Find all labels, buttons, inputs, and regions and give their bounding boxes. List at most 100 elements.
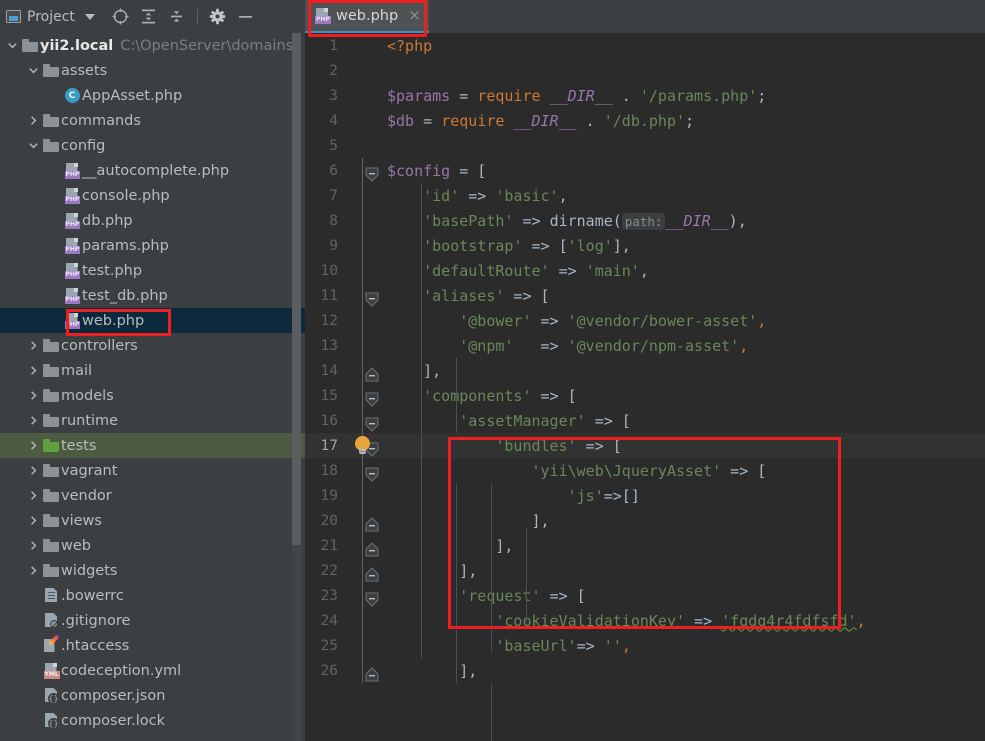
tree-row-tests[interactable]: tests [0, 433, 305, 458]
code-text[interactable]: ], [378, 562, 985, 580]
editor-gutter[interactable] [347, 33, 378, 58]
tree-row-runtime[interactable]: runtime [0, 408, 305, 433]
tree-row-web-php[interactable]: PHP web.php [0, 308, 305, 333]
code-line-11[interactable]: 11 'aliases' => [ [305, 283, 985, 308]
tree-row-params-php[interactable]: PHP params.php [0, 233, 305, 258]
chevron-right-icon[interactable] [25, 540, 41, 551]
close-icon[interactable]: × [408, 8, 421, 23]
editor-gutter[interactable] [347, 508, 379, 533]
tree-row-db-php[interactable]: PHP db.php [0, 208, 305, 233]
code-text[interactable]: 'js'=>[] [378, 487, 985, 505]
code-text[interactable]: ], [378, 362, 985, 380]
code-text[interactable]: 'defaultRoute' => 'main', [378, 262, 985, 280]
code-line-13[interactable]: 13 '@npm' => '@vendor/npm-asset', [305, 333, 985, 358]
editor-gutter[interactable] [347, 358, 379, 383]
tree-row-root[interactable]: yii2.local C:\OpenServer\domains\ [0, 33, 305, 58]
editor-gutter[interactable] [347, 658, 379, 683]
editor-gutter[interactable] [347, 583, 379, 608]
editor-gutter[interactable] [347, 158, 379, 183]
code-text[interactable]: ], [378, 537, 985, 555]
editor-gutter[interactable] [347, 458, 379, 483]
project-toolwindow-title[interactable]: Project [6, 9, 95, 25]
code-line-2[interactable]: 2 [305, 58, 985, 83]
tree-row-composer-json[interactable]: {} composer.json [0, 683, 305, 708]
editor-gutter[interactable] [347, 258, 378, 283]
code-line-19[interactable]: 19 'js'=>[] [305, 483, 985, 508]
code-text[interactable]: $db = require __DIR__ . '/db.php'; [378, 112, 985, 130]
code-line-22[interactable]: 22 ], [305, 558, 985, 583]
code-text[interactable]: '@npm' => '@vendor/npm-asset', [378, 337, 985, 355]
code-line-21[interactable]: 21 ], [305, 533, 985, 558]
chevron-down-icon[interactable] [25, 140, 41, 151]
tree-row-test-php[interactable]: PHP test.php [0, 258, 305, 283]
tree-row-composer-lock[interactable]: {} composer.lock [0, 708, 305, 733]
editor-gutter[interactable] [347, 333, 378, 358]
project-tree[interactable]: yii2.local C:\OpenServer\domains\ assets… [0, 33, 305, 741]
code-text[interactable]: $params = require __DIR__ . '/params.php… [378, 87, 985, 105]
hide-icon[interactable] [233, 4, 259, 30]
code-line-23[interactable]: 23 'request' => [ [305, 583, 985, 608]
fold-marker-collapse[interactable] [356, 413, 379, 432]
tree-scrollbar-thumb[interactable] [292, 33, 301, 545]
code-line-25[interactable]: 25 'baseUrl'=> '', [305, 633, 985, 658]
code-text[interactable]: 'baseUrl'=> '', [378, 637, 985, 655]
tree-row-test-db-php[interactable]: PHP test_db.php [0, 283, 305, 308]
editor-gutter[interactable] [347, 383, 379, 408]
editor-gutter[interactable] [347, 608, 378, 633]
fold-marker-collapse[interactable] [356, 463, 379, 482]
tree-row-models[interactable]: models [0, 383, 305, 408]
editor-gutter[interactable] [347, 208, 378, 233]
chevron-right-icon[interactable] [25, 490, 41, 501]
code-text[interactable]: 'bootstrap' => ['log'], [378, 237, 985, 255]
code-line-10[interactable]: 10 'defaultRoute' => 'main', [305, 258, 985, 283]
tree-row-config[interactable]: config [0, 133, 305, 158]
settings-gear-icon[interactable] [205, 4, 231, 30]
chevron-down-icon[interactable] [4, 40, 20, 51]
code-line-20[interactable]: 20 ], [305, 508, 985, 533]
code-line-6[interactable]: 6 $config = [ [305, 158, 985, 183]
tree-row-assets[interactable]: assets [0, 58, 305, 83]
code-line-24[interactable]: 24 'cookieValidationKey' => 'fqdq4r4fdfs… [305, 608, 985, 633]
editor-gutter[interactable] [347, 183, 378, 208]
editor-gutter[interactable] [347, 233, 378, 258]
tree-row-autocomplete-php[interactable]: PHP __autocomplete.php [0, 158, 305, 183]
editor-gutter[interactable] [347, 633, 378, 658]
code-line-9[interactable]: 9 'bootstrap' => ['log'], [305, 233, 985, 258]
intention-bulb-icon[interactable] [354, 436, 371, 455]
expand-all-icon[interactable] [136, 4, 162, 30]
tree-row-bowerrc[interactable]: .bowerrc [0, 583, 305, 608]
chevron-right-icon[interactable] [25, 115, 41, 126]
code-line-26[interactable]: 26 ], [305, 658, 985, 683]
editor-gutter[interactable] [347, 308, 378, 333]
code-text[interactable]: ], [378, 512, 985, 530]
tree-row-views[interactable]: views [0, 508, 305, 533]
chevron-right-icon[interactable] [25, 440, 41, 451]
fold-marker-collapse[interactable] [356, 163, 379, 182]
code-text[interactable]: 'components' => [ [378, 387, 985, 405]
fold-marker-end[interactable] [356, 563, 379, 582]
chevron-right-icon[interactable] [25, 565, 41, 576]
tree-row-console-php[interactable]: PHP console.php [0, 183, 305, 208]
fold-marker-collapse[interactable] [356, 288, 379, 307]
editor-gutter[interactable] [347, 83, 378, 108]
tree-row-gitignore[interactable]: .gitignore [0, 608, 305, 633]
editor-gutter[interactable] [347, 433, 379, 458]
code-text[interactable]: 'request' => [ [378, 587, 985, 605]
editor-gutter[interactable] [347, 133, 378, 158]
editor-gutter[interactable] [347, 408, 379, 433]
fold-marker-collapse[interactable] [356, 388, 379, 407]
code-line-14[interactable]: 14 ], [305, 358, 985, 383]
code-line-1[interactable]: 1 <?php [305, 33, 985, 58]
chevron-right-icon[interactable] [25, 515, 41, 526]
code-line-15[interactable]: 15 'components' => [ [305, 383, 985, 408]
code-text[interactable]: 'basePath' => dirname(path: __DIR__), [378, 212, 985, 230]
code-line-8[interactable]: 8 'basePath' => dirname(path: __DIR__), [305, 208, 985, 233]
code-text[interactable]: $config = [ [378, 162, 985, 180]
fold-marker-collapse[interactable] [356, 588, 379, 607]
tree-row-widgets[interactable]: widgets [0, 558, 305, 583]
locate-icon[interactable] [108, 4, 134, 30]
editor-gutter[interactable] [347, 283, 379, 308]
chevron-right-icon[interactable] [25, 465, 41, 476]
tree-row-appasset-php[interactable]: C AppAsset.php [0, 83, 305, 108]
tree-row-web[interactable]: web [0, 533, 305, 558]
